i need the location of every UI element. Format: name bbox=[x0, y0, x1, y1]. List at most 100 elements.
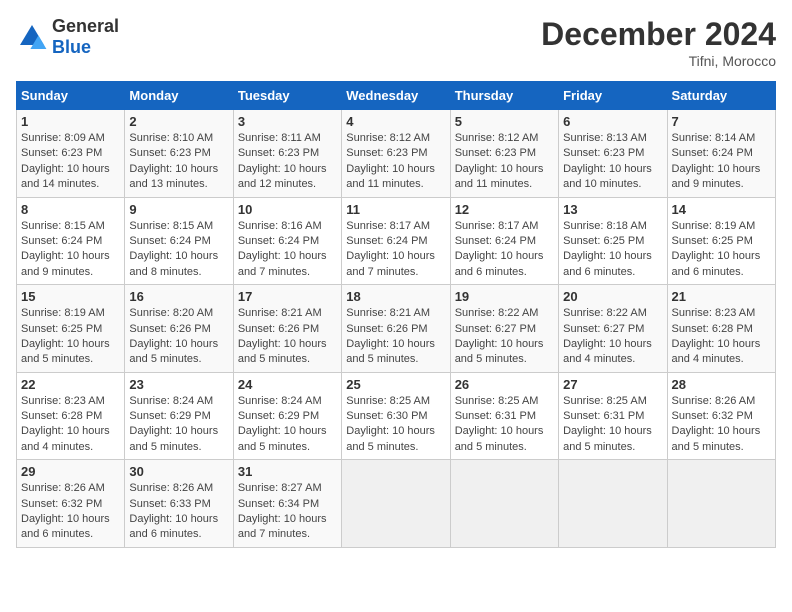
day-detail: Sunrise: 8:12 AMSunset: 6:23 PMDaylight:… bbox=[455, 131, 554, 193]
day-number: 15 bbox=[21, 289, 120, 304]
table-row: 31Sunrise: 8:27 AMSunset: 6:34 PMDayligh… bbox=[233, 460, 341, 548]
table-row: 16 Sunrise: 8:20 AMSunset: 6:26 PMDayligh… bbox=[125, 285, 233, 373]
table-row: 14 Sunrise: 8:19 AMSunset: 6:25 PMDayligh… bbox=[667, 197, 775, 285]
day-detail: Sunrise: 8:22 AMSunset: 6:27 PMDaylight:… bbox=[455, 306, 554, 368]
day-number: 3 bbox=[238, 114, 337, 129]
table-row: 30 Sunrise: 8:26 AMSunset: 6:33 PMDayligh… bbox=[125, 460, 233, 548]
table-row: 23 Sunrise: 8:24 AMSunset: 6:29 PMDayligh… bbox=[125, 372, 233, 460]
table-row: 26 Sunrise: 8:25 AMSunset: 6:31 PMDayligh… bbox=[450, 372, 558, 460]
day-detail: Sunrise: 8:22 AMSunset: 6:27 PMDaylight:… bbox=[563, 306, 662, 368]
day-number: 5 bbox=[455, 114, 554, 129]
day-number: 16 bbox=[129, 289, 228, 304]
day-number: 1 bbox=[21, 114, 120, 129]
day-number: 11 bbox=[346, 202, 445, 217]
day-number: 12 bbox=[455, 202, 554, 217]
days-of-week-row: Sunday Monday Tuesday Wednesday Thursday… bbox=[17, 82, 776, 110]
day-number: 26 bbox=[455, 377, 554, 392]
table-row: 27Sunrise: 8:25 AMSunset: 6:31 PMDayligh… bbox=[559, 372, 667, 460]
day-number: 21 bbox=[672, 289, 771, 304]
calendar-week-row: 8 Sunrise: 8:15 AMSunset: 6:24 PMDaylight… bbox=[17, 197, 776, 285]
day-number: 18 bbox=[346, 289, 445, 304]
table-row: 29 Sunrise: 8:26 AMSunset: 6:32 PMDayligh… bbox=[17, 460, 125, 548]
table-row: 10 Sunrise: 8:16 AMSunset: 6:24 PMDayligh… bbox=[233, 197, 341, 285]
logo-general-text: General bbox=[52, 16, 119, 36]
day-number: 14 bbox=[672, 202, 771, 217]
day-number: 8 bbox=[21, 202, 120, 217]
day-detail: Sunrise: 8:10 AMSunset: 6:23 PMDaylight:… bbox=[129, 131, 228, 193]
day-detail: Sunrise: 8:26 AMSunset: 6:33 PMDaylight:… bbox=[129, 481, 228, 543]
month-title: December 2024 bbox=[541, 16, 776, 53]
col-monday: Monday bbox=[125, 82, 233, 110]
calendar-table: Sunday Monday Tuesday Wednesday Thursday… bbox=[16, 81, 776, 548]
day-detail: Sunrise: 8:17 AMSunset: 6:24 PMDaylight:… bbox=[346, 219, 445, 281]
table-row: 11 Sunrise: 8:17 AMSunset: 6:24 PMDayligh… bbox=[342, 197, 450, 285]
table-row: 8 Sunrise: 8:15 AMSunset: 6:24 PMDaylight… bbox=[17, 197, 125, 285]
table-row bbox=[342, 460, 450, 548]
table-row: 9 Sunrise: 8:15 AMSunset: 6:24 PMDaylight… bbox=[125, 197, 233, 285]
title-block: December 2024 Tifni, Morocco bbox=[541, 16, 776, 69]
day-detail: Sunrise: 8:18 AMSunset: 6:25 PMDaylight:… bbox=[563, 219, 662, 281]
day-detail: Sunrise: 8:16 AMSunset: 6:24 PMDaylight:… bbox=[238, 219, 337, 281]
calendar-body: 1Sunrise: 8:09 AMSunset: 6:23 PMDaylight… bbox=[17, 110, 776, 548]
day-number: 30 bbox=[129, 464, 228, 479]
day-number: 7 bbox=[672, 114, 771, 129]
day-detail: Sunrise: 8:24 AMSunset: 6:29 PMDaylight:… bbox=[129, 394, 228, 456]
day-detail: Sunrise: 8:26 AMSunset: 6:32 PMDaylight:… bbox=[672, 394, 771, 456]
day-detail: Sunrise: 8:23 AMSunset: 6:28 PMDaylight:… bbox=[21, 394, 120, 456]
calendar-header: Sunday Monday Tuesday Wednesday Thursday… bbox=[17, 82, 776, 110]
col-saturday: Saturday bbox=[667, 82, 775, 110]
day-detail: Sunrise: 8:21 AMSunset: 6:26 PMDaylight:… bbox=[238, 306, 337, 368]
day-detail: Sunrise: 8:11 AMSunset: 6:23 PMDaylight:… bbox=[238, 131, 337, 193]
day-detail: Sunrise: 8:25 AMSunset: 6:31 PMDaylight:… bbox=[455, 394, 554, 456]
table-row: 20 Sunrise: 8:22 AMSunset: 6:27 PMDayligh… bbox=[559, 285, 667, 373]
table-row: 13 Sunrise: 8:18 AMSunset: 6:25 PMDayligh… bbox=[559, 197, 667, 285]
day-number: 29 bbox=[21, 464, 120, 479]
day-detail: Sunrise: 8:13 AMSunset: 6:23 PMDaylight:… bbox=[563, 131, 662, 193]
day-number: 31 bbox=[238, 464, 337, 479]
table-row bbox=[667, 460, 775, 548]
day-number: 6 bbox=[563, 114, 662, 129]
day-number: 23 bbox=[129, 377, 228, 392]
table-row: 1Sunrise: 8:09 AMSunset: 6:23 PMDaylight… bbox=[17, 110, 125, 198]
table-row: 4Sunrise: 8:12 AMSunset: 6:23 PMDaylight… bbox=[342, 110, 450, 198]
day-number: 2 bbox=[129, 114, 228, 129]
table-row: 2 Sunrise: 8:10 AMSunset: 6:23 PMDaylight… bbox=[125, 110, 233, 198]
location: Tifni, Morocco bbox=[541, 53, 776, 69]
day-number: 20 bbox=[563, 289, 662, 304]
day-detail: Sunrise: 8:15 AMSunset: 6:24 PMDaylight:… bbox=[129, 219, 228, 281]
day-number: 17 bbox=[238, 289, 337, 304]
table-row: 28Sunrise: 8:26 AMSunset: 6:32 PMDayligh… bbox=[667, 372, 775, 460]
table-row: 5 Sunrise: 8:12 AMSunset: 6:23 PMDaylight… bbox=[450, 110, 558, 198]
day-detail: Sunrise: 8:19 AMSunset: 6:25 PMDaylight:… bbox=[21, 306, 120, 368]
day-detail: Sunrise: 8:12 AMSunset: 6:23 PMDaylight:… bbox=[346, 131, 445, 193]
table-row: 22 Sunrise: 8:23 AMSunset: 6:28 PMDayligh… bbox=[17, 372, 125, 460]
table-row: 18 Sunrise: 8:21 AMSunset: 6:26 PMDayligh… bbox=[342, 285, 450, 373]
day-detail: Sunrise: 8:21 AMSunset: 6:26 PMDaylight:… bbox=[346, 306, 445, 368]
calendar-week-row: 15 Sunrise: 8:19 AMSunset: 6:25 PMDayligh… bbox=[17, 285, 776, 373]
col-friday: Friday bbox=[559, 82, 667, 110]
table-row: 12 Sunrise: 8:17 AMSunset: 6:24 PMDayligh… bbox=[450, 197, 558, 285]
day-number: 25 bbox=[346, 377, 445, 392]
table-row: 7Sunrise: 8:14 AMSunset: 6:24 PMDaylight… bbox=[667, 110, 775, 198]
day-number: 13 bbox=[563, 202, 662, 217]
logo-icon bbox=[16, 21, 48, 53]
table-row: 25Sunrise: 8:25 AMSunset: 6:30 PMDayligh… bbox=[342, 372, 450, 460]
col-wednesday: Wednesday bbox=[342, 82, 450, 110]
day-number: 22 bbox=[21, 377, 120, 392]
day-detail: Sunrise: 8:20 AMSunset: 6:26 PMDaylight:… bbox=[129, 306, 228, 368]
calendar-week-row: 22 Sunrise: 8:23 AMSunset: 6:28 PMDayligh… bbox=[17, 372, 776, 460]
table-row: 17 Sunrise: 8:21 AMSunset: 6:26 PMDayligh… bbox=[233, 285, 341, 373]
table-row: 24Sunrise: 8:24 AMSunset: 6:29 PMDayligh… bbox=[233, 372, 341, 460]
day-detail: Sunrise: 8:15 AMSunset: 6:24 PMDaylight:… bbox=[21, 219, 120, 281]
calendar-week-row: 29 Sunrise: 8:26 AMSunset: 6:32 PMDayligh… bbox=[17, 460, 776, 548]
day-number: 19 bbox=[455, 289, 554, 304]
page-header: General Blue December 2024 Tifni, Morocc… bbox=[16, 16, 776, 69]
day-number: 9 bbox=[129, 202, 228, 217]
day-number: 10 bbox=[238, 202, 337, 217]
day-detail: Sunrise: 8:26 AMSunset: 6:32 PMDaylight:… bbox=[21, 481, 120, 543]
day-detail: Sunrise: 8:19 AMSunset: 6:25 PMDaylight:… bbox=[672, 219, 771, 281]
day-detail: Sunrise: 8:17 AMSunset: 6:24 PMDaylight:… bbox=[455, 219, 554, 281]
table-row: 6 Sunrise: 8:13 AMSunset: 6:23 PMDaylight… bbox=[559, 110, 667, 198]
day-number: 27 bbox=[563, 377, 662, 392]
col-sunday: Sunday bbox=[17, 82, 125, 110]
